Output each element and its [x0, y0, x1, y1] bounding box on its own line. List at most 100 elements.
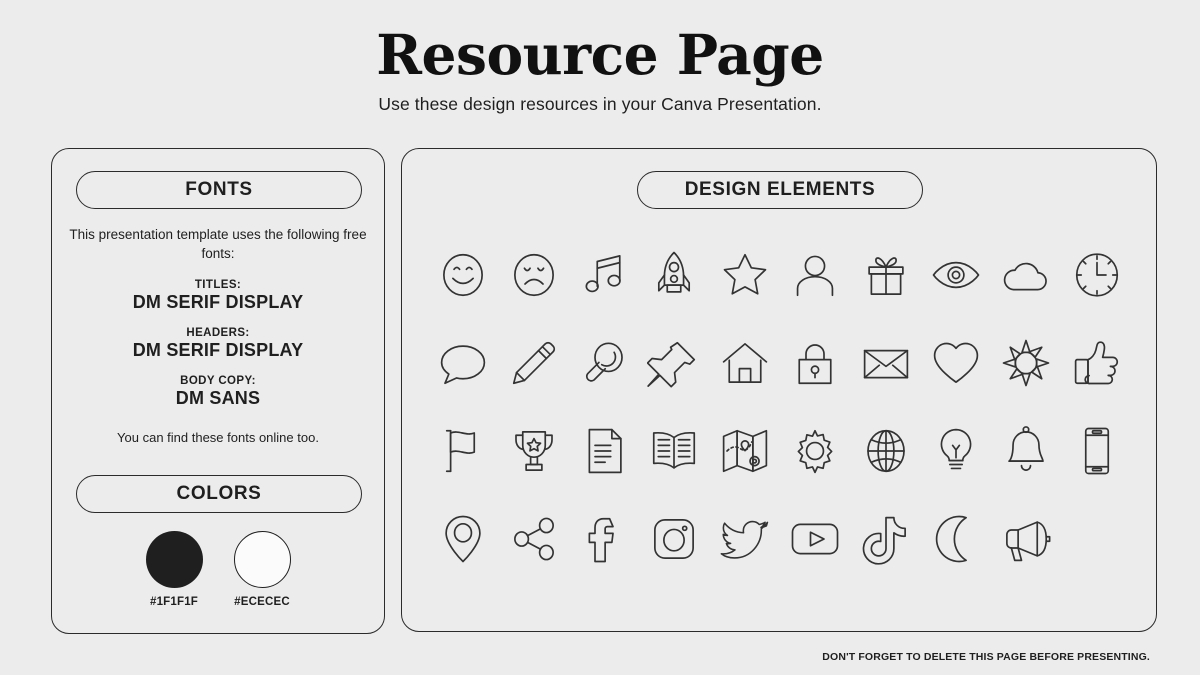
- envelope-icon-glyph: [863, 349, 908, 379]
- delete-page-reminder: DON'T FORGET TO DELETE THIS PAGE BEFORE …: [822, 651, 1150, 663]
- globe-icon[interactable]: [858, 423, 914, 479]
- instagram-icon-glyph: [654, 519, 695, 559]
- twitter-icon[interactable]: [717, 511, 773, 567]
- fonts-section-label: FONTS: [185, 179, 253, 200]
- sun-icon-glyph: [1003, 339, 1050, 387]
- map-icon[interactable]: [717, 423, 773, 479]
- facebook-icon[interactable]: [576, 511, 632, 567]
- sun-icon[interactable]: [998, 335, 1054, 391]
- fonts-intro-text: This presentation template uses the foll…: [69, 227, 367, 262]
- colors-section-header: COLORS: [76, 475, 362, 513]
- person-icon[interactable]: [787, 247, 843, 303]
- moon-icon-glyph: [935, 515, 967, 563]
- star-icon-glyph: [723, 253, 767, 295]
- font-entry-label: BODY COPY:: [180, 375, 256, 387]
- bell-icon-glyph: [1008, 426, 1045, 471]
- gift-icon-glyph: [867, 257, 904, 295]
- color-swatch[interactable]: #ECECEC: [227, 531, 297, 608]
- cloud-icon[interactable]: [998, 247, 1054, 303]
- gear-icon[interactable]: [787, 423, 843, 479]
- envelope-icon[interactable]: [858, 335, 914, 391]
- clock-icon[interactable]: [1069, 247, 1125, 303]
- pencil-icon-glyph: [512, 341, 555, 385]
- flag-icon[interactable]: [435, 423, 491, 479]
- tiktok-icon[interactable]: [858, 511, 914, 567]
- rocket-icon-glyph: [658, 251, 691, 293]
- frown-icon[interactable]: [506, 247, 562, 303]
- clock-icon-glyph: [1075, 253, 1118, 297]
- bell-icon[interactable]: [998, 423, 1054, 479]
- flag-icon-glyph: [446, 429, 476, 473]
- map-icon-glyph: [722, 429, 768, 473]
- book-icon[interactable]: [646, 423, 702, 479]
- house-icon-glyph: [722, 343, 768, 383]
- font-entry-label: HEADERS:: [186, 327, 250, 339]
- font-entry-value: DM SERIF DISPLAY: [132, 292, 304, 312]
- speech-bubble-icon-glyph: [440, 345, 486, 385]
- trophy-icon[interactable]: [506, 423, 562, 479]
- instagram-icon[interactable]: [646, 511, 702, 567]
- font-list: TITLES: DM SERIF DISPLAY HEADERS: DM SER…: [52, 279, 384, 409]
- youtube-icon-glyph: [791, 523, 839, 555]
- page-subtitle: Use these design resources in your Canva…: [378, 93, 822, 114]
- font-entry-value: DM SANS: [175, 388, 261, 408]
- color-swatch[interactable]: #1F1F1F: [139, 531, 209, 608]
- share-icon-glyph: [513, 517, 554, 561]
- icon-grid: [428, 231, 1132, 583]
- megaphone-icon[interactable]: [998, 511, 1054, 567]
- design-elements-panel: DESIGN ELEMENTS: [401, 148, 1157, 632]
- smile-icon-glyph: [443, 253, 484, 297]
- magnifier-icon-glyph: [585, 342, 623, 382]
- lock-icon-glyph: [798, 344, 832, 385]
- book-icon-glyph: [653, 431, 696, 469]
- facebook-icon-glyph: [588, 517, 614, 563]
- document-icon[interactable]: [576, 423, 632, 479]
- fonts-outro-text: You can find these fonts online too.: [117, 430, 319, 445]
- location-pin-icon-glyph: [445, 515, 481, 563]
- share-icon[interactable]: [506, 511, 562, 567]
- music-note-icon[interactable]: [576, 247, 632, 303]
- eye-icon[interactable]: [928, 247, 984, 303]
- color-swatch-label: #1F1F1F: [149, 596, 199, 608]
- heart-icon[interactable]: [928, 335, 984, 391]
- speech-bubble-icon[interactable]: [435, 335, 491, 391]
- phone-icon[interactable]: [1069, 423, 1125, 479]
- color-swatch-dot-dark: [145, 531, 203, 588]
- font-entry-headers: HEADERS: DM SERIF DISPLAY: [52, 327, 384, 361]
- magnifier-icon[interactable]: [576, 335, 632, 391]
- font-entry-body-copy: BODY COPY: DM SANS: [52, 375, 384, 409]
- rocket-icon[interactable]: [646, 247, 702, 303]
- pushpin-icon-glyph: [647, 341, 696, 388]
- fonts-panel: FONTS This presentation template uses th…: [51, 148, 385, 634]
- fonts-section-header: FONTS: [76, 171, 362, 209]
- megaphone-icon-glyph: [1006, 521, 1051, 562]
- colors-section-label: COLORS: [176, 483, 262, 504]
- smile-icon[interactable]: [435, 247, 491, 303]
- design-elements-section-header: DESIGN ELEMENTS: [637, 171, 923, 209]
- color-swatch-label: #ECECEC: [234, 596, 290, 608]
- font-entry-titles: TITLES: DM SERIF DISPLAY: [52, 279, 384, 313]
- house-icon[interactable]: [717, 335, 773, 391]
- moon-icon[interactable]: [928, 511, 984, 567]
- pencil-icon[interactable]: [506, 335, 562, 391]
- location-pin-icon[interactable]: [435, 511, 491, 567]
- person-icon-glyph: [796, 255, 834, 297]
- lightbulb-icon-glyph: [940, 428, 972, 470]
- thumbs-up-icon-glyph: [1074, 341, 1118, 385]
- pushpin-icon[interactable]: [646, 335, 702, 391]
- twitter-icon-glyph: [720, 520, 768, 559]
- phone-icon-glyph: [1084, 427, 1109, 475]
- gift-icon[interactable]: [858, 247, 914, 303]
- globe-icon-glyph: [866, 429, 905, 473]
- color-swatch-list: #1F1F1F #ECECEC: [52, 531, 384, 608]
- youtube-icon[interactable]: [787, 511, 843, 567]
- thumbs-up-icon[interactable]: [1069, 335, 1125, 391]
- frown-icon-glyph: [513, 253, 554, 297]
- tiktok-icon-glyph: [862, 516, 906, 565]
- star-icon[interactable]: [717, 247, 773, 303]
- page-title: Resource Page: [376, 22, 824, 87]
- trophy-icon-glyph: [514, 431, 553, 471]
- lock-icon[interactable]: [787, 335, 843, 391]
- color-swatch-dot-light: [233, 531, 291, 588]
- lightbulb-icon[interactable]: [928, 423, 984, 479]
